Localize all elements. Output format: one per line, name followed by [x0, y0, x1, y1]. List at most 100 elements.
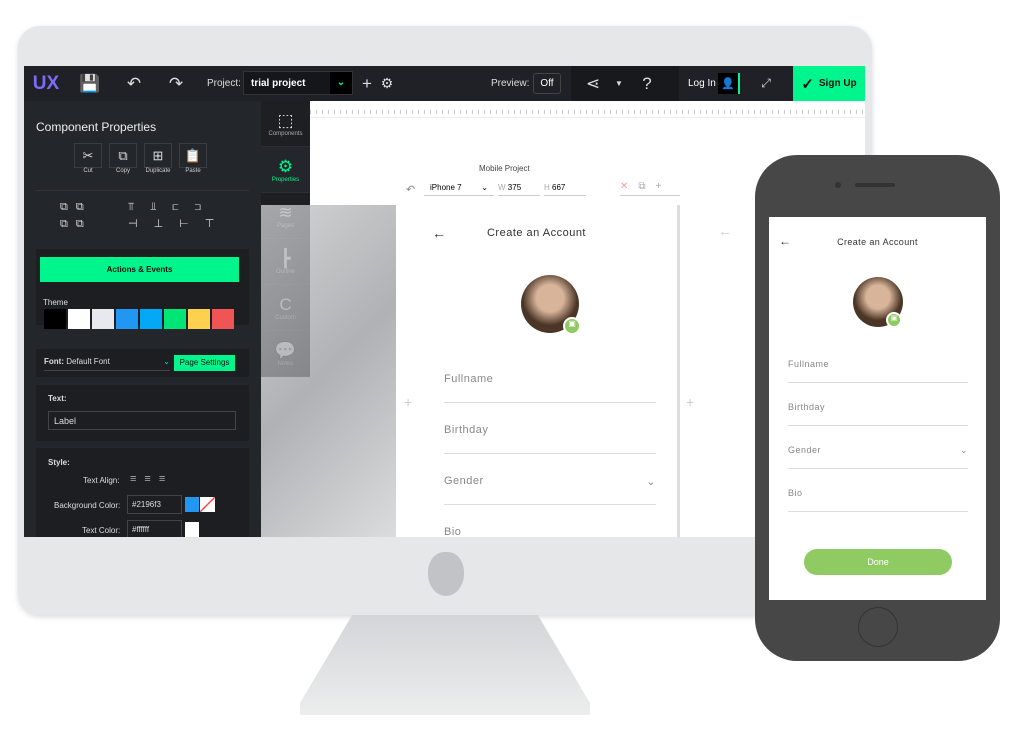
background-image — [261, 205, 396, 537]
add-frame-left-icon[interactable]: + — [404, 394, 412, 410]
chevron-down-icon: ⌄ — [163, 357, 170, 366]
copy-label: Copy — [115, 168, 130, 174]
fullscreen-icon[interactable]: ⤢ — [751, 66, 781, 101]
duplicate-icon: ⊞ — [144, 143, 172, 168]
share-icon[interactable]: ⋖ — [579, 66, 607, 101]
settings-gear-icon[interactable]: ⚙ — [377, 66, 397, 101]
fullname-field[interactable]: Fullname — [444, 373, 656, 403]
text-label: Text: — [48, 394, 67, 403]
theme-swatch[interactable] — [140, 309, 162, 329]
device-select[interactable]: iPhone 7 ⌄ — [424, 181, 494, 196]
bio-field[interactable]: Bio — [444, 526, 656, 537]
birthday-field[interactable]: Birthday — [444, 424, 656, 454]
copy-icon: ⧉ — [109, 143, 137, 168]
text-color-swatch[interactable] — [185, 522, 199, 537]
theme-swatch[interactable] — [212, 309, 234, 329]
screen-title: Create an Account — [837, 237, 918, 247]
style-label: Style: — [48, 458, 70, 467]
duplicate-label: Duplicate — [145, 168, 171, 174]
screen-title: Create an Account — [486, 227, 586, 239]
width-input[interactable]: W 375 — [498, 181, 540, 196]
theme-swatch[interactable] — [116, 309, 138, 329]
device-value: iPhone 7 — [430, 183, 462, 192]
duplicate-button[interactable]: ⊞ Duplicate — [144, 143, 172, 174]
save-icon[interactable]: 💾 — [75, 66, 105, 101]
camera-icon[interactable]: ▣ — [886, 312, 902, 328]
add-frame-icon: + — [655, 181, 672, 192]
frame-actions[interactable]: ✕⧉+ — [620, 181, 680, 196]
paste-label: Paste — [185, 168, 201, 174]
theme-swatch[interactable] — [68, 309, 90, 329]
align-icons[interactable]: ⫪⫫⊏⊐ ⊣⊥⊢⊤ — [128, 199, 230, 233]
bio-field[interactable]: Bio — [788, 488, 968, 512]
theme-swatches — [44, 309, 236, 331]
cut-label: Cut — [83, 168, 93, 174]
no-color-swatch[interactable] — [200, 497, 215, 512]
panel-title: Component Properties — [36, 120, 157, 134]
help-icon[interactable]: ? — [637, 66, 657, 101]
fullname-field[interactable]: Fullname — [788, 359, 968, 383]
bg-color-label: Background Color: — [54, 501, 121, 510]
font-value: Default Font — [66, 357, 110, 366]
side-tab-properties[interactable]: ⚙ Properties — [261, 147, 310, 193]
toolbar: UX 💾 ↶ ↷ Project: trial project ⌄ + ⚙ Pre… — [24, 66, 865, 101]
apple-logo — [428, 552, 464, 596]
delete-icon: ✕ — [620, 181, 639, 192]
rotate-icon[interactable]: ↶ — [406, 183, 415, 196]
mobile-frame: ← Create an Account ▣ Fullname Birthday … — [396, 205, 680, 537]
side-tab-label: Properties — [271, 176, 300, 183]
add-frame-right-icon[interactable]: + — [686, 394, 694, 410]
bg-color-swatch[interactable] — [185, 497, 199, 512]
side-tab-components[interactable]: ⬚ Components — [261, 101, 310, 147]
redo-icon[interactable]: ↷ — [164, 66, 188, 101]
project-name: Mobile Project — [479, 164, 530, 173]
imac-stand — [300, 615, 590, 715]
share-dropdown-icon[interactable]: ▼ — [612, 66, 626, 101]
gender-field[interactable]: Gender ⌄ — [788, 445, 968, 469]
gender-field[interactable]: Gender ⌄ — [444, 475, 656, 505]
theme-swatch[interactable] — [164, 309, 186, 329]
copy-button[interactable]: ⧉ Copy — [109, 143, 137, 174]
text-color-label: Text Color: — [82, 526, 121, 535]
page-settings-button[interactable]: Page Settings — [174, 355, 235, 371]
signup-label: Sign Up — [818, 78, 857, 89]
text-color-input[interactable]: #ffffff — [127, 520, 182, 537]
birthday-field[interactable]: Birthday — [788, 402, 968, 426]
undo-icon[interactable]: ↶ — [122, 66, 146, 101]
paste-icon: 📋 — [179, 143, 207, 168]
ux-logo: UX — [32, 72, 60, 94]
camera-icon[interactable]: ▣ — [563, 317, 581, 335]
text-input[interactable]: Label — [48, 411, 236, 430]
theme-swatch[interactable] — [188, 309, 210, 329]
actions-events-button[interactable]: Actions & Events — [40, 257, 239, 282]
bg-color-input[interactable]: #2196f3 — [127, 495, 182, 514]
arrange-icons[interactable]: ⧉⧉ ⧉⧉ — [60, 199, 92, 233]
preview-label: Preview: — [491, 78, 530, 89]
theme-label: Theme — [43, 298, 68, 307]
copy-frame-icon: ⧉ — [638, 181, 656, 192]
back-arrow-icon: ← — [718, 223, 732, 239]
theme-swatch[interactable] — [92, 309, 114, 329]
text-align-buttons[interactable]: ≡≡≡ — [130, 473, 173, 485]
paste-button[interactable]: 📋 Paste — [179, 143, 207, 174]
cut-button[interactable]: ✂ Cut — [74, 143, 102, 174]
add-project-icon[interactable]: + — [357, 66, 377, 101]
font-select[interactable]: Font: Default Font ⌄ — [44, 354, 170, 371]
chevron-down-icon: ⌄ — [481, 183, 488, 192]
home-button[interactable] — [858, 607, 898, 647]
cut-icon: ✂ — [74, 143, 102, 168]
side-tab-label: Components — [268, 130, 303, 137]
height-input[interactable]: H 667 — [544, 181, 586, 196]
preview-toggle[interactable]: Off — [533, 73, 561, 94]
clipboard-actions: ✂ Cut ⧉ Copy ⊞ Duplicate 📋 Paste — [74, 143, 207, 174]
project-label: Project: — [207, 78, 241, 89]
phone-screen: ← Create an Account ▣ Fullname Birthday … — [769, 217, 986, 600]
done-button[interactable]: Done — [804, 549, 952, 575]
login-button[interactable]: Log In — [688, 78, 716, 89]
chevron-down-icon: ⌄ — [959, 445, 968, 455]
signup-button[interactable]: ✓ Sign Up — [793, 66, 865, 101]
user-icon[interactable]: 👤 — [718, 73, 740, 94]
font-label: Font: — [44, 357, 64, 366]
project-select[interactable]: trial project ⌄ — [243, 71, 353, 95]
theme-swatch[interactable] — [44, 309, 66, 329]
